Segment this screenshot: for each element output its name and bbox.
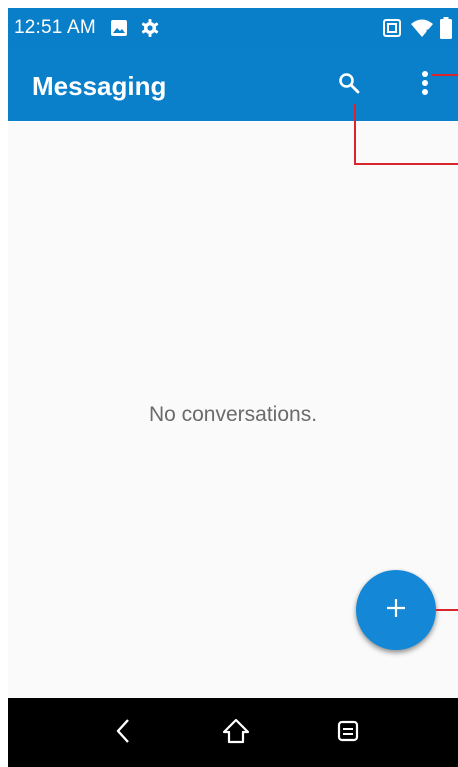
home-icon bbox=[221, 717, 251, 750]
wifi-badge: 5 bbox=[425, 28, 431, 38]
home-button[interactable] bbox=[206, 708, 266, 758]
settings-gear-icon bbox=[140, 18, 160, 38]
plus-icon bbox=[385, 597, 407, 624]
more-options-button[interactable] bbox=[401, 61, 449, 109]
new-conversation-button[interactable] bbox=[356, 570, 436, 650]
status-bar: 12:51 AM 5 bbox=[8, 8, 458, 48]
nfc-icon bbox=[382, 18, 402, 38]
callout-line-search-horizontal bbox=[354, 163, 458, 165]
recents-button[interactable] bbox=[318, 708, 378, 758]
callout-line-more-options bbox=[432, 74, 458, 76]
navigation-bar bbox=[8, 698, 458, 767]
phone-screen: 12:51 AM 5 Messaging No conversations. bbox=[8, 8, 458, 767]
callout-line-fab bbox=[436, 609, 458, 611]
battery-icon bbox=[440, 17, 452, 39]
empty-state-message: No conversations. bbox=[148, 403, 318, 426]
image-icon bbox=[110, 19, 128, 37]
search-button[interactable] bbox=[325, 61, 373, 109]
back-icon bbox=[113, 717, 133, 750]
callout-line-search-vertical bbox=[354, 104, 356, 164]
app-title: Messaging bbox=[32, 71, 167, 101]
wifi-icon: 5 bbox=[410, 18, 434, 38]
search-icon bbox=[337, 71, 361, 100]
status-time: 12:51 AM bbox=[14, 17, 96, 38]
more-options-icon bbox=[421, 70, 429, 101]
recents-icon bbox=[336, 719, 360, 748]
app-bar: Messaging bbox=[8, 48, 458, 121]
back-button[interactable] bbox=[93, 708, 153, 758]
